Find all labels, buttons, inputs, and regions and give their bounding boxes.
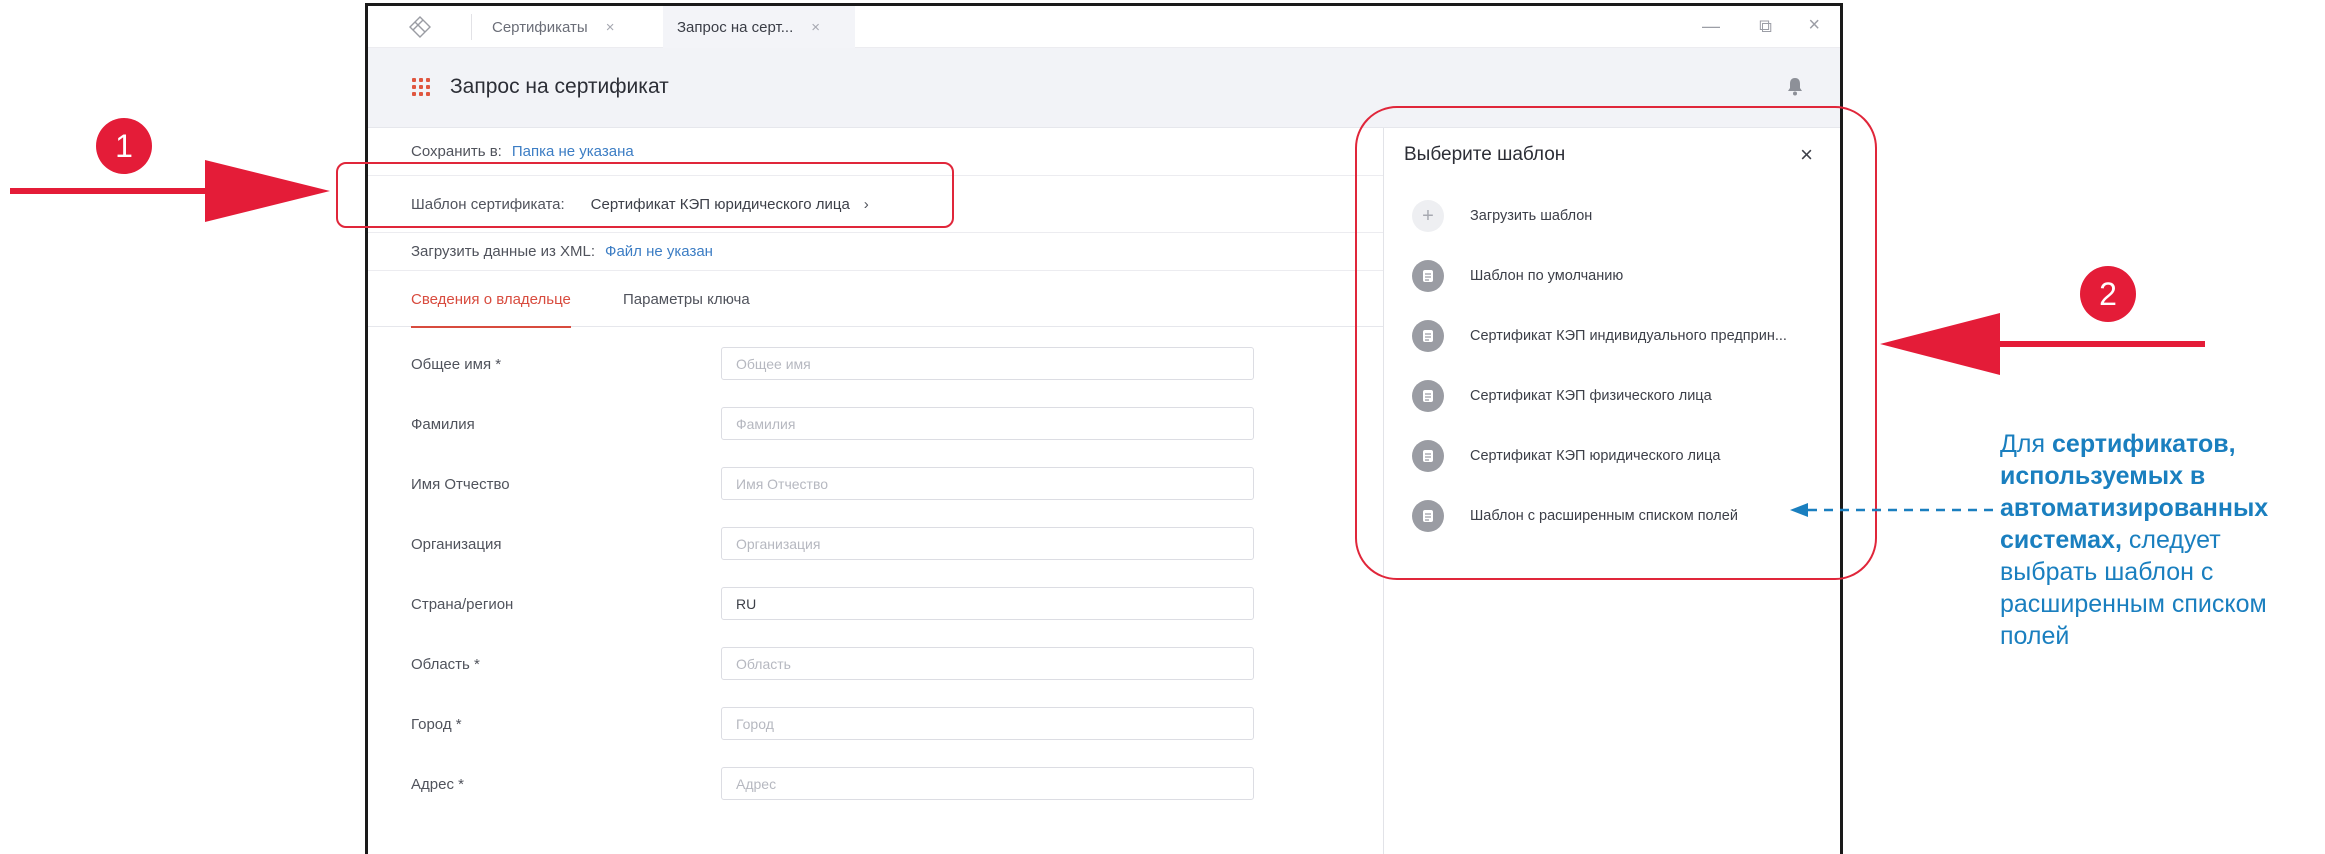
arrow-1-head xyxy=(205,160,330,222)
dashed-pointer-head xyxy=(1790,503,1808,517)
arrow-2-shaft xyxy=(1995,341,2205,347)
annotation-arrows xyxy=(10,160,2205,517)
arrow-2-head xyxy=(1880,313,2000,375)
note-text-start: Для xyxy=(2000,430,2053,458)
annotation-note: Для сертификатов, используемых в автомат… xyxy=(2000,428,2320,652)
arrow-1-shaft xyxy=(10,188,210,194)
